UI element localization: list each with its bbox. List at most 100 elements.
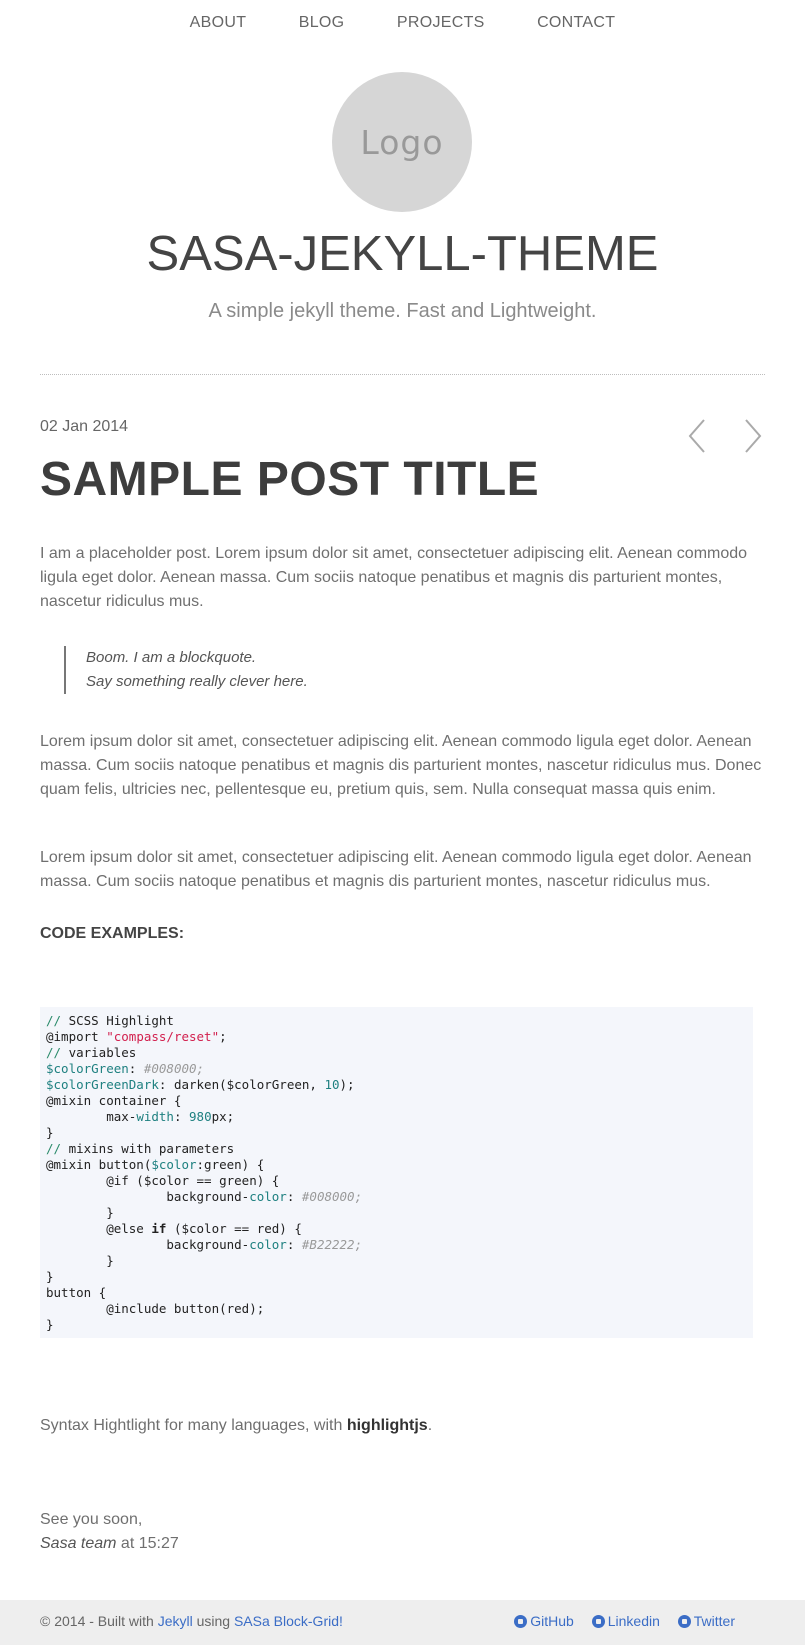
logo-text: Logo <box>360 122 444 162</box>
code-line: @else if ($color == red) { <box>46 1221 747 1237</box>
nav-about[interactable]: ABOUT <box>190 14 247 32</box>
copyright-mid: using <box>192 1613 234 1629</box>
twitter-link[interactable]: Twitter <box>677 1613 735 1629</box>
site-title: SASA-JEKYLL-THEME <box>146 227 659 281</box>
signoff-line: See you soon, <box>40 1511 143 1528</box>
code-line: @mixin container { <box>46 1093 747 1109</box>
code-token: if <box>151 1221 167 1236</box>
code-line: background-color: #B22222; <box>46 1237 747 1253</box>
code-token: $color <box>151 1157 197 1172</box>
code-line: button { <box>46 1285 747 1301</box>
nav-contact[interactable]: CONTACT <box>537 14 615 32</box>
code-token: } <box>46 1205 114 1220</box>
code-token: : <box>286 1237 302 1252</box>
code-token: @mixin button( <box>46 1157 152 1172</box>
site-logo[interactable]: Logo <box>332 72 472 212</box>
code-token: ; <box>219 1029 227 1044</box>
nav-projects[interactable]: PROJECTS <box>397 14 485 32</box>
linkedin-link[interactable]: Linkedin <box>591 1613 660 1629</box>
linkedin-icon <box>591 1614 605 1628</box>
jekyll-link[interactable]: Jekyll <box>158 1613 193 1629</box>
code-token: // <box>46 1013 69 1028</box>
site-subtitle: A simple jekyll theme. Fast and Lightwei… <box>208 300 597 322</box>
syntax-suffix: . <box>427 1417 433 1434</box>
nav-blog[interactable]: BLOG <box>299 14 345 32</box>
signoff-time: at 15:27 <box>116 1535 179 1552</box>
blockquote: Boom. I am a blockquote. Say something r… <box>64 646 776 694</box>
code-token: :green) { <box>196 1157 265 1172</box>
code-token: 980 <box>189 1109 212 1124</box>
twitter-label: Twitter <box>693 1613 735 1629</box>
post-intro: I am a placeholder post. Lorem ipsum dol… <box>40 545 748 610</box>
code-token: variables <box>68 1045 137 1060</box>
twitter-icon <box>677 1614 691 1628</box>
block-grid-link[interactable]: SASa Block-Grid! <box>234 1613 343 1629</box>
code-token: } <box>46 1253 114 1268</box>
chevron-right-icon <box>745 419 762 453</box>
code-token: // <box>46 1045 69 1060</box>
github-label: GitHub <box>530 1613 574 1629</box>
github-link[interactable]: GitHub <box>514 1613 574 1629</box>
code-token: @mixin container { <box>46 1093 182 1108</box>
code-token: } <box>46 1125 54 1140</box>
code-line: } <box>46 1253 747 1269</box>
code-token: @else <box>46 1221 152 1236</box>
code-token: } <box>46 1269 54 1284</box>
code-token: // <box>46 1141 69 1156</box>
post-paragraph-2: Lorem ipsum dolor sit amet, consectetuer… <box>40 733 762 798</box>
code-token: max- <box>46 1109 137 1124</box>
code-token: $colorGreenDark <box>46 1077 159 1092</box>
code-line: background-color: #008000; <box>46 1189 747 1205</box>
code-token: 10 <box>324 1077 340 1092</box>
linkedin-label: Linkedin <box>607 1613 660 1629</box>
code-line: $colorGreenDark: darken($colorGreen, 10)… <box>46 1077 747 1093</box>
code-token: color <box>249 1237 287 1252</box>
code-line: @include button(red); <box>46 1301 747 1317</box>
code-token: "compass/reset" <box>106 1029 220 1044</box>
code-line: } <box>46 1205 747 1221</box>
footer-copyright: © 2014 - Built with Jekyll using SASa Bl… <box>40 1613 343 1629</box>
code-token: #B22222; <box>301 1237 363 1252</box>
footer-social: GitHub Linkedin Twitter <box>500 1613 735 1631</box>
code-token: px; <box>211 1109 235 1124</box>
code-token: ); <box>339 1077 355 1092</box>
code-line: @mixin button($color:green) { <box>46 1157 747 1173</box>
code-block: // SCSS Highlight @import "compass/reset"… <box>40 1007 753 1338</box>
next-post-button[interactable] <box>740 416 766 456</box>
signoff-author: Sasa team <box>40 1535 117 1552</box>
github-icon <box>514 1614 528 1628</box>
code-examples-heading: CODE EXAMPLES: <box>40 925 185 942</box>
blockquote-line: Say something really clever here. <box>86 673 308 690</box>
code-line: max-width: 980px; <box>46 1109 747 1125</box>
code-token: button { <box>46 1285 107 1300</box>
highlightjs-label: highlightjs <box>346 1417 428 1434</box>
code-line: } <box>46 1125 747 1141</box>
top-nav: ABOUT BLOG PROJECTS CONTACT <box>0 14 805 32</box>
prev-post-button[interactable] <box>684 416 710 456</box>
code-token: : <box>286 1189 302 1204</box>
post-title: SAMPLE POST TITLE <box>40 453 540 506</box>
code-line: @if ($color == green) { <box>46 1173 747 1189</box>
post-date: 02 Jan 2014 <box>40 418 129 435</box>
code-token: ($color == red) { <box>166 1221 302 1236</box>
code-line: @import "compass/reset"; <box>46 1029 747 1045</box>
code-token: SCSS Highlight <box>68 1013 174 1028</box>
code-token: } <box>46 1317 54 1332</box>
code-token: @if ($color == green) { <box>46 1173 280 1188</box>
header-divider <box>40 374 765 375</box>
blockquote-line: Boom. I am a blockquote. <box>86 649 257 666</box>
footer: © 2014 - Built with Jekyll using SASa Bl… <box>0 1600 805 1645</box>
code-line: } <box>46 1317 747 1333</box>
code-token: : darken($colorGreen, <box>158 1077 325 1092</box>
code-token: width <box>136 1109 174 1124</box>
code-token: : <box>173 1109 190 1124</box>
copyright-text: © 2014 - Built with <box>40 1613 158 1629</box>
code-token: $colorGreen <box>46 1061 129 1076</box>
syntax-text: Syntax Hightlight for many languages, wi… <box>40 1417 347 1434</box>
code-token: background- <box>46 1189 250 1204</box>
syntax-note: Syntax Hightlight for many languages, wi… <box>40 1417 432 1435</box>
code-token: mixins with parameters <box>68 1141 235 1156</box>
code-line: } <box>46 1269 747 1285</box>
code-line: // variables <box>46 1045 747 1061</box>
code-token: background- <box>46 1237 250 1252</box>
